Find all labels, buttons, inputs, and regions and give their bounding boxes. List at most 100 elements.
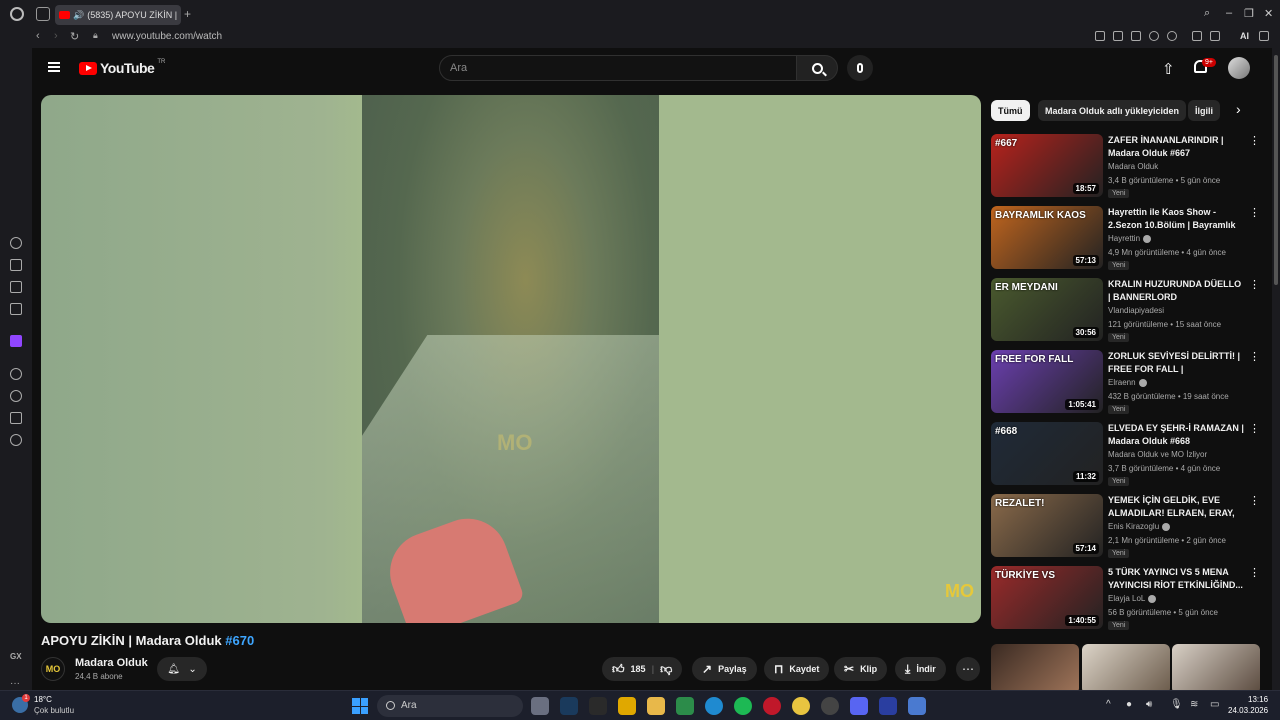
wifi-icon[interactable]: ≋ <box>1190 699 1198 710</box>
address-field[interactable]: www.youtube.com/watch <box>112 31 222 42</box>
heart-icon[interactable] <box>1167 31 1177 41</box>
settings-gear-icon[interactable] <box>10 434 22 446</box>
snapshot-icon[interactable] <box>1113 31 1123 41</box>
workspaces-icon[interactable] <box>36 7 50 21</box>
speaker-icon[interactable]: 🔊 <box>73 10 84 21</box>
recommendation-thumbnail[interactable]: #668 11:32 <box>991 422 1103 485</box>
history-icon[interactable] <box>10 390 22 402</box>
recommendation-thumbnail[interactable]: #667 18:57 <box>991 134 1103 197</box>
thumbs-down-icon[interactable]: 👎︎ <box>660 662 672 677</box>
channel-name[interactable]: Madara Olduk <box>75 657 148 669</box>
tray-app-icon[interactable]: ● <box>1126 699 1132 710</box>
recommendation-item[interactable]: #667 18:57 ZAFER İNANANLARINDIR | Madara O… <box>991 134 1260 198</box>
account-avatar[interactable] <box>1228 57 1250 79</box>
close-button[interactable]: ✕ <box>1264 7 1273 20</box>
chip-related[interactable]: İlgili <box>1188 100 1220 121</box>
restore-button[interactable]: ❐ <box>1244 7 1254 20</box>
shorts-thumb[interactable] <box>991 644 1079 690</box>
recommendation-item[interactable]: FREE FOR FALL 1:05:41 ZORLUK SEVİYESİ DELİ… <box>991 350 1260 414</box>
chrome-icon[interactable] <box>792 697 810 715</box>
recommendation-channel[interactable]: Enis Kirazoglu <box>1108 522 1171 531</box>
kebab-menu-icon[interactable]: ⋮ <box>1249 206 1260 219</box>
recommendation-channel[interactable]: Vlandiapiyadesi <box>1108 306 1164 315</box>
kebab-menu-icon[interactable]: ⋮ <box>1249 134 1260 147</box>
twitch-icon[interactable] <box>10 335 22 347</box>
subscribed-button[interactable]: 🔔︎ ⌄ <box>157 657 207 681</box>
download-button[interactable]: ⤓ İndir <box>895 657 946 681</box>
discord-icon[interactable] <box>850 697 868 715</box>
recommendation-channel[interactable]: Hayrettin <box>1108 234 1152 243</box>
recommendation-thumbnail[interactable]: TÜRKİYE VS 1:40:55 <box>991 566 1103 629</box>
clock-date[interactable]: 24.03.2026 <box>1228 706 1268 715</box>
kebab-menu-icon[interactable]: ⋮ <box>1249 494 1260 507</box>
shield-icon[interactable] <box>1131 31 1141 41</box>
kebab-menu-icon[interactable]: ⋮ <box>1249 566 1260 579</box>
share-button[interactable]: ↗ Paylaş <box>692 657 757 681</box>
edge-icon[interactable] <box>705 697 723 715</box>
chips-next-chevron-icon[interactable]: › <box>1236 101 1241 117</box>
recommendation-title[interactable]: ELVEDA EY ŞEHR-İ RAMAZAN | Madara Olduk … <box>1108 422 1244 448</box>
epic-games-icon[interactable] <box>589 697 607 715</box>
messenger-icon[interactable] <box>10 303 22 315</box>
crypto-wallet-icon[interactable] <box>10 259 22 271</box>
search-button[interactable] <box>796 55 838 81</box>
recommendation-thumbnail[interactable]: BAYRAMLIK KAOS 57:13 <box>991 206 1103 269</box>
spotify-icon[interactable] <box>734 697 752 715</box>
download-icon[interactable] <box>1210 31 1220 41</box>
recommendation-thumbnail[interactable]: FREE FOR FALL 1:05:41 <box>991 350 1103 413</box>
recommendation-title[interactable]: ZAFER İNANANLARINDIR | Madara Olduk #667 <box>1108 134 1244 160</box>
voice-search-button[interactable] <box>847 55 873 81</box>
recommendation-channel[interactable]: Elayja LoL <box>1108 594 1157 603</box>
temperature[interactable]: 18°C <box>34 695 52 704</box>
obs-icon[interactable] <box>821 697 839 715</box>
aria-icon[interactable] <box>10 237 22 249</box>
riot-client-icon[interactable] <box>618 697 636 715</box>
browser-tab-active[interactable]: 🔊 (5835) APOYU ZİKİN | <box>55 5 181 25</box>
shorts-thumb[interactable] <box>1172 644 1260 690</box>
clip-button[interactable]: ✂ Klip <box>834 657 888 681</box>
network-app-icon[interactable] <box>908 697 926 715</box>
kebab-menu-icon[interactable]: ⋮ <box>1249 422 1260 435</box>
lock-icon[interactable]: 🔒︎ <box>93 30 98 41</box>
taskbar-search[interactable]: Ara <box>377 695 523 717</box>
recommendation-title[interactable]: YEMEK İÇİN GELDİK, EVE ALMADILAR! ELRAEN… <box>1108 494 1244 520</box>
easy-setup-icon[interactable] <box>1259 31 1269 41</box>
save-button[interactable]: ⊓ Kaydet <box>764 657 830 681</box>
recommendation-item[interactable]: TÜRKİYE VS 1:40:55 5 TÜRK YAYINCI VS 5 MEN… <box>991 566 1260 630</box>
volume-icon[interactable]: 🔊︎ <box>1146 699 1152 710</box>
back-button[interactable]: ‹ <box>36 30 40 42</box>
aria-ai-button[interactable]: AI <box>1240 31 1249 41</box>
profile-icon[interactable] <box>1192 31 1202 41</box>
search-tabs-icon[interactable]: ⌕ <box>1204 7 1210 20</box>
upload-icon[interactable]: ⇧ <box>1162 60 1175 78</box>
file-explorer-icon[interactable] <box>647 697 665 715</box>
channel-watermark[interactable]: MO <box>945 581 974 602</box>
page-scrollbar-thumb[interactable] <box>1274 55 1278 285</box>
recommendation-thumbnail[interactable]: ER MEYDANI 30:56 <box>991 278 1103 341</box>
forward-button[interactable]: › <box>54 30 58 42</box>
shorts-thumb[interactable] <box>1082 644 1170 690</box>
player-icon[interactable] <box>1149 31 1159 41</box>
youtube-logo[interactable]: YouTube TR <box>79 59 165 76</box>
battery-icon[interactable]: ▭ <box>1210 699 1219 710</box>
extensions-icon[interactable] <box>10 281 22 293</box>
pin-icon[interactable] <box>1095 31 1105 41</box>
recommendation-title[interactable]: Hayrettin ile Kaos Show - 2.Sezon 10.Böl… <box>1108 206 1244 232</box>
mods-icon[interactable] <box>10 412 22 424</box>
task-view-icon[interactable] <box>531 697 549 715</box>
windows-start-icon[interactable] <box>352 698 368 714</box>
channel-avatar[interactable]: MO <box>41 657 65 681</box>
kebab-menu-icon[interactable]: ⋮ <box>1249 350 1260 363</box>
mic-tray-icon[interactable]: 🎙︎ <box>1170 699 1183 710</box>
recommendation-title[interactable]: 5 TÜRK YAYINCI VS 5 MENA YAYINCISI RİOT … <box>1108 566 1244 592</box>
kebab-menu-icon[interactable]: ⋮ <box>1249 278 1260 291</box>
recommendation-thumbnail[interactable]: REZALET! 57:14 <box>991 494 1103 557</box>
recommendation-title[interactable]: KRALIN HUZURUNDA DÜELLO | BANNERLORD <box>1108 278 1244 304</box>
xbox-icon[interactable] <box>676 697 694 715</box>
search-input[interactable]: Ara <box>439 55 797 81</box>
recommendation-channel[interactable]: Elraenn <box>1108 378 1147 387</box>
recommendation-item[interactable]: BAYRAMLIK KAOS 57:13 Hayrettin ile Kaos Sh… <box>991 206 1260 270</box>
chip-all[interactable]: Tümü <box>991 100 1030 121</box>
opera-gx-taskbar-icon[interactable] <box>763 697 781 715</box>
recommendation-item[interactable]: REZALET! 57:14 YEMEK İÇİN GELDİK, EVE ALMA… <box>991 494 1260 558</box>
